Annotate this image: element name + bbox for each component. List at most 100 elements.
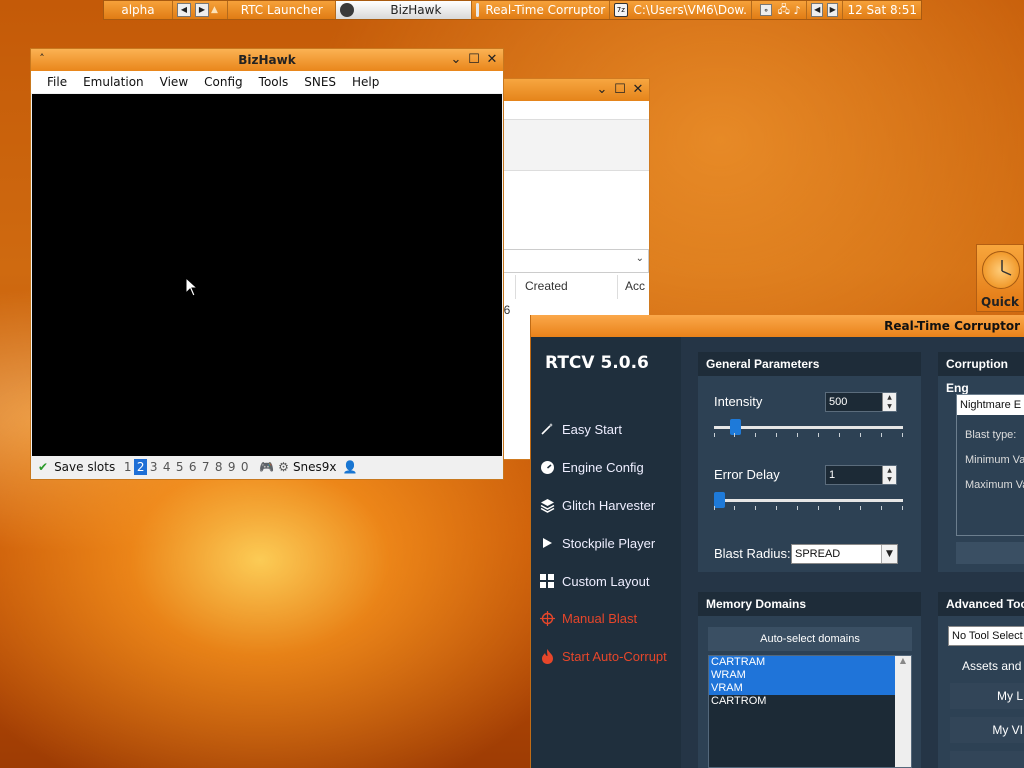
list-item[interactable]: WRAM <box>709 669 895 682</box>
save-slot-6[interactable]: 6 <box>186 460 199 474</box>
spin-up-icon[interactable]: ▲ <box>883 393 896 402</box>
blast-radius-select[interactable]: SPREAD ▼ <box>791 544 898 564</box>
eject-icon[interactable]: ▲ <box>211 5 218 15</box>
gamepad-icon[interactable]: 🎮 <box>259 460 274 474</box>
menu-help[interactable]: Help <box>344 75 387 89</box>
bizhawk-titlebar[interactable]: ˄ BizHawk ⌄ ☐ ✕ <box>31 49 503 71</box>
minimize-icon[interactable]: ⌄ <box>447 51 465 69</box>
close-icon[interactable]: ✕ <box>483 51 501 69</box>
sidebar-item-manual-blast[interactable]: Manual Blast <box>539 610 637 626</box>
chevron-down-icon[interactable]: ⌄ <box>636 253 644 264</box>
asset-button-1[interactable]: My L <box>950 683 1024 709</box>
save-slot-4[interactable]: 4 <box>160 460 173 474</box>
assets-label: Assets and E <box>962 659 1024 673</box>
column-created[interactable]: Created <box>525 279 568 293</box>
save-slot-5[interactable]: 5 <box>173 460 186 474</box>
emulator-screen[interactable] <box>32 94 502 456</box>
slider-ticks <box>714 506 903 510</box>
network-icon[interactable]: 🖧 <box>778 1 790 20</box>
spin-down-icon[interactable]: ▼ <box>883 475 896 484</box>
sidebar-item-custom-layout[interactable]: Custom Layout <box>539 573 649 589</box>
task-rtc-launcher[interactable]: RTC Launcher <box>228 1 337 19</box>
minimize-icon[interactable]: ⌄ <box>593 81 611 99</box>
column-separator[interactable] <box>617 275 618 299</box>
spinner-arrows[interactable]: ▲ ▼ <box>882 466 896 484</box>
task-rtc[interactable]: Real-Time Corruptor <box>472 1 611 19</box>
tool-select[interactable]: No Tool Select <box>948 626 1024 646</box>
error-delay-input[interactable]: 1 ▲ ▼ <box>825 465 897 485</box>
task-bizhawk[interactable]: BizHawk <box>336 1 473 19</box>
rtc-window: Real-Time Corruptor RTCV 5.0.6 Easy Star… <box>530 315 1024 768</box>
sidebar-item-glitch-harvester[interactable]: Glitch Harvester <box>539 497 655 513</box>
menu-snes[interactable]: SNES <box>296 75 344 89</box>
list-item[interactable]: CARTROM <box>709 695 895 708</box>
workspace-label[interactable]: alpha <box>104 1 173 19</box>
volume-icon[interactable]: ♪ <box>794 4 801 17</box>
7zip-icon: 7z <box>614 3 628 17</box>
tray-prev-icon[interactable]: ◀ <box>811 3 823 17</box>
explorer-address-bar[interactable]: ⌄ <box>501 249 649 273</box>
save-slot-3[interactable]: 3 <box>147 460 160 474</box>
maximize-icon[interactable]: ☐ <box>611 81 629 99</box>
list-item[interactable]: VRAM <box>709 682 895 695</box>
rtc-sidebar: RTCV 5.0.6 Easy Start Engine Config Glit… <box>531 337 681 768</box>
list-item[interactable]: CARTRAM <box>709 656 895 669</box>
column-separator[interactable] <box>515 275 516 299</box>
scroll-up-icon[interactable]: ▲ <box>895 656 911 665</box>
auto-select-domains-button[interactable]: Auto-select domains <box>708 627 912 651</box>
bizhawk-menubar: File Emulation View Config Tools SNES He… <box>31 71 503 93</box>
intensity-input[interactable]: 500 ▲ ▼ <box>825 392 897 412</box>
slider-track[interactable] <box>714 499 903 502</box>
menu-config[interactable]: Config <box>196 75 251 89</box>
maximum-value-label: Maximum Va <box>965 479 1024 491</box>
save-slot-7[interactable]: 7 <box>199 460 212 474</box>
menu-file[interactable]: File <box>39 75 75 89</box>
sidebar-item-stockpile-player[interactable]: Stockpile Player <box>539 535 655 551</box>
next-workspace-icon[interactable]: ▶ <box>194 3 209 17</box>
spin-down-icon[interactable]: ▼ <box>883 402 896 411</box>
menu-emulation[interactable]: Emulation <box>75 75 152 89</box>
slider-track[interactable] <box>714 426 903 429</box>
save-slot-9[interactable]: 9 <box>225 460 238 474</box>
intensity-slider[interactable] <box>714 419 903 437</box>
sidebar-item-easy-start[interactable]: Easy Start <box>539 421 622 437</box>
task-explorer[interactable]: 7z C:\Users\VM6\Dow... <box>610 1 753 19</box>
save-slot-0[interactable]: 0 <box>238 460 251 474</box>
engine-select[interactable]: Nightmare E <box>957 395 1024 415</box>
asset-button-3[interactable] <box>950 751 1024 768</box>
tray-next-icon[interactable]: ▶ <box>826 3 839 17</box>
workspace-nav: ◀ ▶ ▲ <box>173 1 229 19</box>
panel-header: Memory Domains <box>698 592 921 616</box>
clock-widget[interactable]: Quick <box>976 244 1024 312</box>
list-scrollbar[interactable]: ▲ <box>895 656 911 767</box>
save-slot-1[interactable]: 1 <box>121 460 134 474</box>
taskbar-clock[interactable]: 12 Sat 8:51 <box>843 1 921 19</box>
menu-tools[interactable]: Tools <box>251 75 297 89</box>
controller-icon[interactable]: ⚙ <box>278 460 289 474</box>
memory-domains-panel: Memory Domains Auto-select domains CARTR… <box>698 592 921 768</box>
explorer-titlebar[interactable]: ⌄ ☐ ✕ <box>501 79 649 101</box>
spinner-arrows[interactable]: ▲ ▼ <box>882 393 896 411</box>
prev-workspace-icon[interactable]: ◀ <box>176 3 191 17</box>
asset-button-2[interactable]: My VI <box>950 717 1024 743</box>
memory-domains-list[interactable]: CARTRAM WRAM VRAM CARTROM ▲ <box>708 655 912 768</box>
save-slot-8[interactable]: 8 <box>212 460 225 474</box>
engine-button[interactable] <box>956 542 1024 564</box>
chevron-down-icon[interactable]: ▼ <box>881 545 897 563</box>
rtc-titlebar[interactable]: Real-Time Corruptor <box>531 315 1024 337</box>
sidebar-item-engine-config[interactable]: Engine Config <box>539 459 644 475</box>
crosshair-icon <box>539 610 555 626</box>
menu-view[interactable]: View <box>152 75 196 89</box>
tray-settings-icon[interactable]: ⚬ <box>760 4 773 16</box>
maximize-icon[interactable]: ☐ <box>465 51 483 69</box>
error-delay-label: Error Delay <box>714 467 780 482</box>
close-icon[interactable]: ✕ <box>629 81 647 99</box>
user-icon[interactable]: 👤 <box>343 460 358 474</box>
error-delay-slider[interactable] <box>714 492 903 510</box>
core-name[interactable]: Snes9x <box>293 460 337 474</box>
column-accessed[interactable]: Acc <box>625 279 645 293</box>
save-slot-2[interactable]: 2 <box>134 459 148 475</box>
slider-ticks <box>714 433 903 437</box>
sidebar-item-start-auto-corrupt[interactable]: Start Auto-Corrupt <box>539 648 667 664</box>
spin-up-icon[interactable]: ▲ <box>883 466 896 475</box>
